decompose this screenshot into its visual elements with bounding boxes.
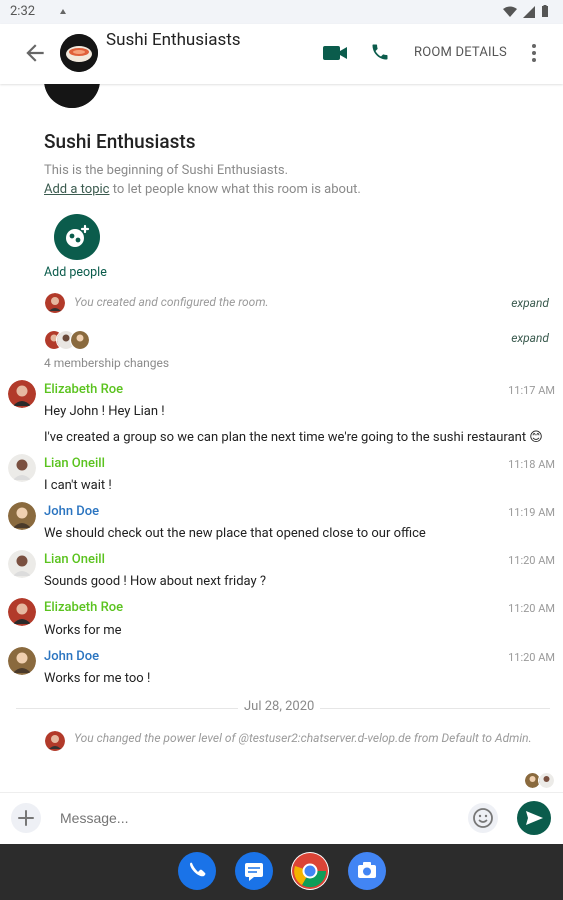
phone-app-icon[interactable] (178, 852, 216, 890)
sender-name[interactable]: Lian Oneill (44, 552, 105, 567)
send-icon (526, 811, 543, 825)
sender-name[interactable]: John Doe (44, 504, 99, 519)
app-bar-title[interactable]: Sushi Enthusiasts (106, 30, 241, 50)
power-level-notice: You changed the power level of @testuser… (74, 731, 532, 745)
message-input[interactable] (58, 809, 442, 827)
add-topic-link[interactable]: Add a topic (44, 182, 109, 197)
room-avatar-large (44, 84, 100, 108)
avatar[interactable] (8, 502, 36, 530)
add-people-label[interactable]: Add people (44, 265, 107, 280)
signal-icon (523, 5, 535, 18)
notification-icon (58, 6, 68, 21)
message-text[interactable]: I've created a group so we can plan the … (44, 430, 543, 445)
sender-name[interactable]: Elizabeth Roe (44, 382, 123, 397)
app-dock (178, 852, 386, 892)
chrome-app-icon[interactable] (291, 852, 329, 890)
topic-hint: to let people know what this room is abo… (109, 182, 361, 197)
send-button[interactable] (517, 801, 551, 835)
sender-name[interactable]: Elizabeth Roe (44, 600, 123, 615)
message-text[interactable]: Hey John ! Hey Lian ! (44, 404, 165, 419)
avatar[interactable] (8, 647, 36, 675)
message-composer (0, 792, 563, 845)
expand-link[interactable]: expand (511, 331, 549, 345)
sender-name[interactable]: Lian Oneill (44, 456, 105, 471)
avatar[interactable] (8, 454, 36, 482)
date-separator: Jul 28, 2020 (238, 699, 321, 714)
message-text[interactable]: I can't wait ! (44, 478, 112, 493)
avatar[interactable] (8, 380, 36, 408)
add-person-icon (66, 224, 90, 247)
room-avatar[interactable] (60, 34, 98, 72)
status-icons (503, 5, 549, 18)
avatar[interactable] (8, 598, 36, 626)
message-timeline[interactable]: Sushi Enthusiasts This is the beginning … (0, 84, 563, 792)
read-receipt-avatar[interactable] (538, 772, 555, 789)
avatar[interactable] (8, 550, 36, 578)
room-name-heading: Sushi Enthusiasts (44, 130, 196, 153)
room-details-button[interactable]: ROOM DETAILS (414, 45, 507, 60)
plus-icon (18, 810, 34, 826)
expand-link[interactable]: expand (511, 296, 549, 310)
wifi-icon (503, 6, 517, 17)
room-beginning-text: This is the beginning of Sushi Enthusias… (44, 163, 289, 178)
message-timestamp: 11:20 AM (508, 554, 555, 567)
back-arrow-icon[interactable] (22, 40, 48, 66)
message-text[interactable]: We should check out the new place that o… (44, 526, 426, 541)
battery-icon (542, 5, 548, 17)
message-timestamp: 11:17 AM (508, 384, 555, 397)
app-bar: Sushi Enthusiasts ROOM DETAILS (0, 24, 563, 84)
message-timestamp: 11:19 AM (508, 506, 555, 519)
avatar (44, 730, 66, 752)
messages-app-icon[interactable] (235, 852, 273, 890)
camera-app-icon[interactable] (348, 852, 386, 890)
room-created-notice: You created and configured the room. (74, 295, 269, 309)
status-bar: 2:32 (0, 0, 563, 24)
smiley-icon (473, 808, 493, 828)
message-timestamp: 11:20 AM (508, 602, 555, 615)
room-topic-text: Add a topic to let people know what this… (44, 182, 361, 197)
attachment-button[interactable] (11, 803, 41, 833)
message-timestamp: 11:20 AM (508, 651, 555, 664)
membership-changes-summary[interactable]: 4 membership changes (44, 356, 169, 370)
sender-name[interactable]: John Doe (44, 649, 99, 664)
add-people-button[interactable] (54, 214, 100, 260)
voice-call-icon[interactable] (370, 42, 390, 66)
message-timestamp: 11:18 AM (508, 458, 555, 471)
emoji-button[interactable] (468, 803, 498, 833)
system-nav-bar (0, 844, 563, 900)
video-call-icon[interactable] (322, 44, 348, 66)
message-text[interactable]: Works for me (44, 623, 122, 638)
avatar (70, 330, 90, 350)
avatar (44, 292, 66, 314)
status-time: 2:32 (10, 4, 36, 19)
more-options-icon[interactable] (530, 42, 538, 68)
message-text[interactable]: Works for me too ! (44, 671, 150, 686)
message-text[interactable]: Sounds good ! How about next friday ? (44, 574, 266, 589)
